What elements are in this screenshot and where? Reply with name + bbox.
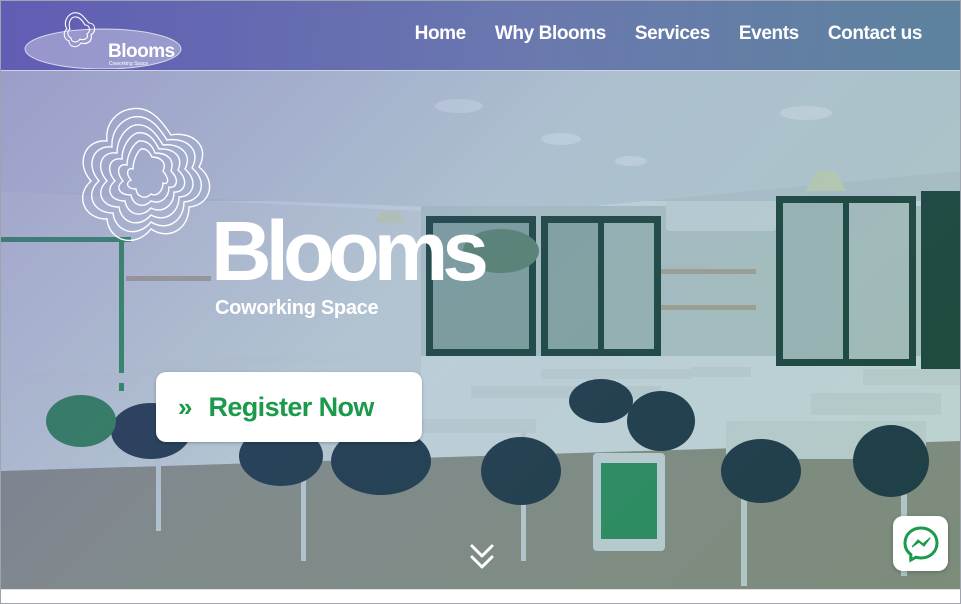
nav-events-link[interactable]: Events: [739, 23, 799, 45]
nav-contact-link[interactable]: Contact us: [828, 23, 923, 45]
top-navbar: Blooms Coworking Space Home Why Blooms S…: [1, 1, 960, 71]
main-navigation: Home Why Blooms Services Events Contact …: [415, 23, 923, 45]
messenger-icon: [902, 525, 939, 563]
nav-home-link[interactable]: Home: [415, 23, 467, 45]
site-logo[interactable]: Blooms Coworking Space: [23, 7, 183, 70]
double-chevron-down-icon[interactable]: [467, 541, 497, 573]
hero-brand-subtitle: Coworking Space: [215, 297, 379, 319]
register-now-button[interactable]: » Register Now: [156, 372, 422, 442]
nav-why-blooms-link[interactable]: Why Blooms: [495, 23, 606, 45]
page-bottom-strip: [1, 589, 960, 603]
messenger-chat-button[interactable]: [893, 516, 948, 571]
browser-viewport: Blooms Coworking Space Home Why Blooms S…: [0, 0, 961, 604]
logo-wordmark: Blooms: [108, 41, 175, 62]
hero-brand-title: Blooms: [211, 204, 489, 298]
nav-services-link[interactable]: Services: [635, 23, 710, 45]
double-chevron-right-icon: »: [178, 392, 193, 422]
register-now-label: Register Now: [208, 391, 374, 422]
logo-tagline: Coworking Space: [109, 61, 149, 67]
